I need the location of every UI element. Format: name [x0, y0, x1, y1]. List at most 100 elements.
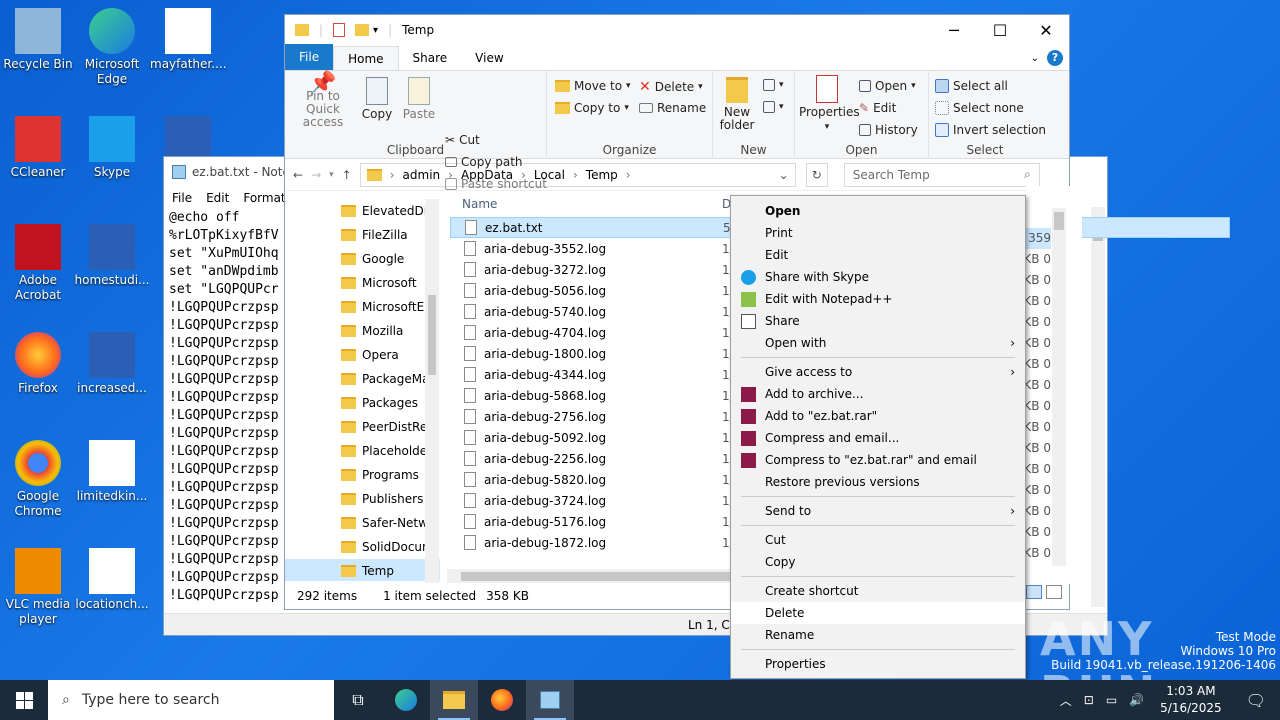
nav-item-safer-netwo[interactable]: Safer-Netwo [285, 511, 440, 535]
details-view-icon[interactable] [1026, 585, 1042, 599]
nav-item-packagema[interactable]: PackageMa [285, 367, 440, 391]
taskbar-explorer[interactable] [430, 680, 478, 720]
menu-item-share[interactable]: Share [731, 310, 1025, 332]
desktop-icon-google-chrome[interactable]: Google Chrome [0, 440, 76, 519]
file-list-vscrollbar[interactable] [1052, 208, 1066, 566]
desktop-icon-increased[interactable]: increased... [74, 332, 150, 396]
nav-item-microsoftec[interactable]: MicrosoftEc [285, 295, 440, 319]
nav-item-temp[interactable]: Temp [285, 559, 440, 581]
notepad-menu-file[interactable]: File [172, 191, 192, 205]
notepad-text-area[interactable]: @echo off %rLOTpKixyfBfV set "XuPmUIOhq set… [167, 209, 285, 629]
notepad-menu-format[interactable]: Format [243, 191, 285, 205]
desktop-icon-mayfather[interactable]: mayfather.... [150, 8, 227, 72]
menu-item-compress-to-ez-bat-rar-and-email[interactable]: Compress to "ez.bat.rar" and email [731, 449, 1025, 471]
nav-scrollbar[interactable] [425, 199, 439, 583]
notifications-icon[interactable]: 🗨 [1232, 691, 1280, 710]
help-icon[interactable]: ? [1047, 50, 1063, 66]
desktop-icon-ccleaner[interactable]: CCleaner [0, 116, 76, 180]
vscroll-thumb[interactable] [1054, 212, 1064, 230]
nav-item-google[interactable]: Google [285, 247, 440, 271]
menu-item-compress-and-email[interactable]: Compress and email... [731, 427, 1025, 449]
easy-access-button[interactable]: ▾ [763, 101, 784, 113]
menu-item-cut[interactable]: Cut [731, 529, 1025, 551]
menu-item-send-to[interactable]: Send to › [731, 500, 1025, 522]
address-dropdown-icon[interactable]: ⌄ [779, 168, 789, 182]
column-name[interactable]: Name [462, 197, 497, 211]
hscroll-thumb[interactable] [461, 572, 731, 581]
open-button[interactable]: Open ▾ [859, 79, 916, 93]
select-all-button[interactable]: Select all [935, 79, 1008, 93]
nav-item-elevateddia[interactable]: ElevatedDia [285, 199, 440, 223]
menu-item-properties[interactable]: Properties [731, 653, 1025, 675]
tab-view[interactable]: View [461, 46, 517, 70]
pin-quick-access-button[interactable]: 📌 Pin to Quick access [291, 73, 355, 129]
new-folder-button[interactable]: New folder [717, 77, 757, 132]
properties-quick-icon[interactable] [333, 23, 346, 37]
menu-item-give-access-to[interactable]: Give access to › [731, 361, 1025, 383]
history-button[interactable]: History [859, 123, 918, 137]
desktop-icon-skype[interactable]: Skype [74, 116, 150, 180]
up-arrow-icon[interactable]: ↑ [342, 168, 352, 182]
menu-item-copy[interactable]: Copy [731, 551, 1025, 573]
properties-button[interactable]: Properties ▾ [799, 75, 860, 134]
desktop-icon-adobe-acrobat[interactable]: Adobe Acrobat [0, 224, 76, 303]
menu-item-open-with[interactable]: Open with › [731, 332, 1025, 354]
desktop-icon-limitedkin[interactable]: limitedkin... [74, 440, 150, 504]
desktop-icon-recycle-bin[interactable]: Recycle Bin [0, 8, 76, 72]
paste-shortcut-button[interactable]: Paste shortcut [445, 177, 547, 191]
menu-item-open[interactable]: Open [731, 200, 1025, 222]
invert-selection-button[interactable]: Invert selection [935, 123, 1046, 137]
nav-item-publishers[interactable]: Publishers [285, 487, 440, 511]
menu-item-restore-previous-versions[interactable]: Restore previous versions [731, 471, 1025, 493]
rename-button[interactable]: Rename [639, 101, 706, 115]
delete-button[interactable]: ✕ Delete ▾ [639, 79, 703, 95]
forward-arrow-icon[interactable]: → [311, 168, 321, 182]
nav-item-opera[interactable]: Opera [285, 343, 440, 367]
desktop-icon-vlc-media-player[interactable]: VLC media player [0, 548, 76, 627]
back-arrow-icon[interactable]: ← [293, 168, 303, 182]
nav-item-programs[interactable]: Programs [285, 463, 440, 487]
maximize-button[interactable]: ☐ [977, 15, 1023, 45]
menu-item-create-shortcut[interactable]: Create shortcut [731, 580, 1025, 602]
menu-item-print[interactable]: Print [731, 222, 1025, 244]
nav-scroll-thumb[interactable] [428, 295, 436, 375]
breadcrumb-admin[interactable]: admin [403, 168, 441, 182]
menu-item-rename[interactable]: Rename [731, 624, 1025, 646]
tray-chevron-icon[interactable]: ︿ [1054, 692, 1078, 709]
nav-item-placeholder[interactable]: Placeholder [285, 439, 440, 463]
large-icons-view-icon[interactable] [1046, 585, 1062, 599]
tab-share[interactable]: Share [399, 46, 462, 70]
search-box[interactable]: Search Temp ⌕ [843, 162, 1040, 187]
nav-item-microsoft[interactable]: Microsoft [285, 271, 440, 295]
paste-button[interactable]: Paste [401, 77, 437, 121]
clock[interactable]: 1:03 AM 5/16/2025 [1150, 683, 1232, 717]
tab-home[interactable]: Home [333, 46, 399, 70]
notepad-menu-edit[interactable]: Edit [206, 191, 229, 205]
menu-item-edit[interactable]: Edit [731, 244, 1025, 266]
menu-item-add-to-archive[interactable]: Add to archive... [731, 383, 1025, 405]
network-status-icon[interactable]: ▭ [1100, 693, 1123, 707]
copy-path-button[interactable]: Copy path [445, 155, 523, 169]
quick-access-dropdown-icon[interactable]: ▾ [373, 25, 378, 36]
select-none-button[interactable]: Select none [935, 101, 1024, 115]
start-button[interactable] [0, 680, 48, 720]
desktop-icon-microsoft-edge[interactable]: Microsoft Edge [74, 8, 150, 87]
refresh-icon[interactable]: ↻ [805, 162, 828, 187]
tab-file[interactable]: File [285, 44, 334, 70]
network-icon[interactable]: ⊡ [1078, 693, 1100, 707]
nav-item-packages[interactable]: Packages [285, 391, 440, 415]
minimize-button[interactable]: ─ [931, 15, 977, 45]
desktop-icon-homestudi[interactable]: homestudi... [74, 224, 150, 288]
ribbon-expand-icon[interactable]: ⌄ [1031, 53, 1039, 64]
breadcrumb-temp[interactable]: Temp [586, 168, 618, 182]
desktop-icon-locationch[interactable]: locationch... [74, 548, 150, 612]
copy-to-button[interactable]: Copy to ▾ [555, 101, 629, 115]
move-to-button[interactable]: Move to ▾ [555, 79, 631, 93]
menu-item-edit-with-notepad[interactable]: Edit with Notepad++ [731, 288, 1025, 310]
nav-item-mozilla[interactable]: Mozilla [285, 319, 440, 343]
menu-item-share-with-skype[interactable]: Share with Skype [731, 266, 1025, 288]
taskbar-edge[interactable] [382, 680, 430, 720]
copy-button[interactable]: Copy [359, 77, 395, 121]
volume-icon[interactable]: 🔊 [1123, 693, 1150, 707]
close-button[interactable]: ✕ [1023, 15, 1069, 45]
